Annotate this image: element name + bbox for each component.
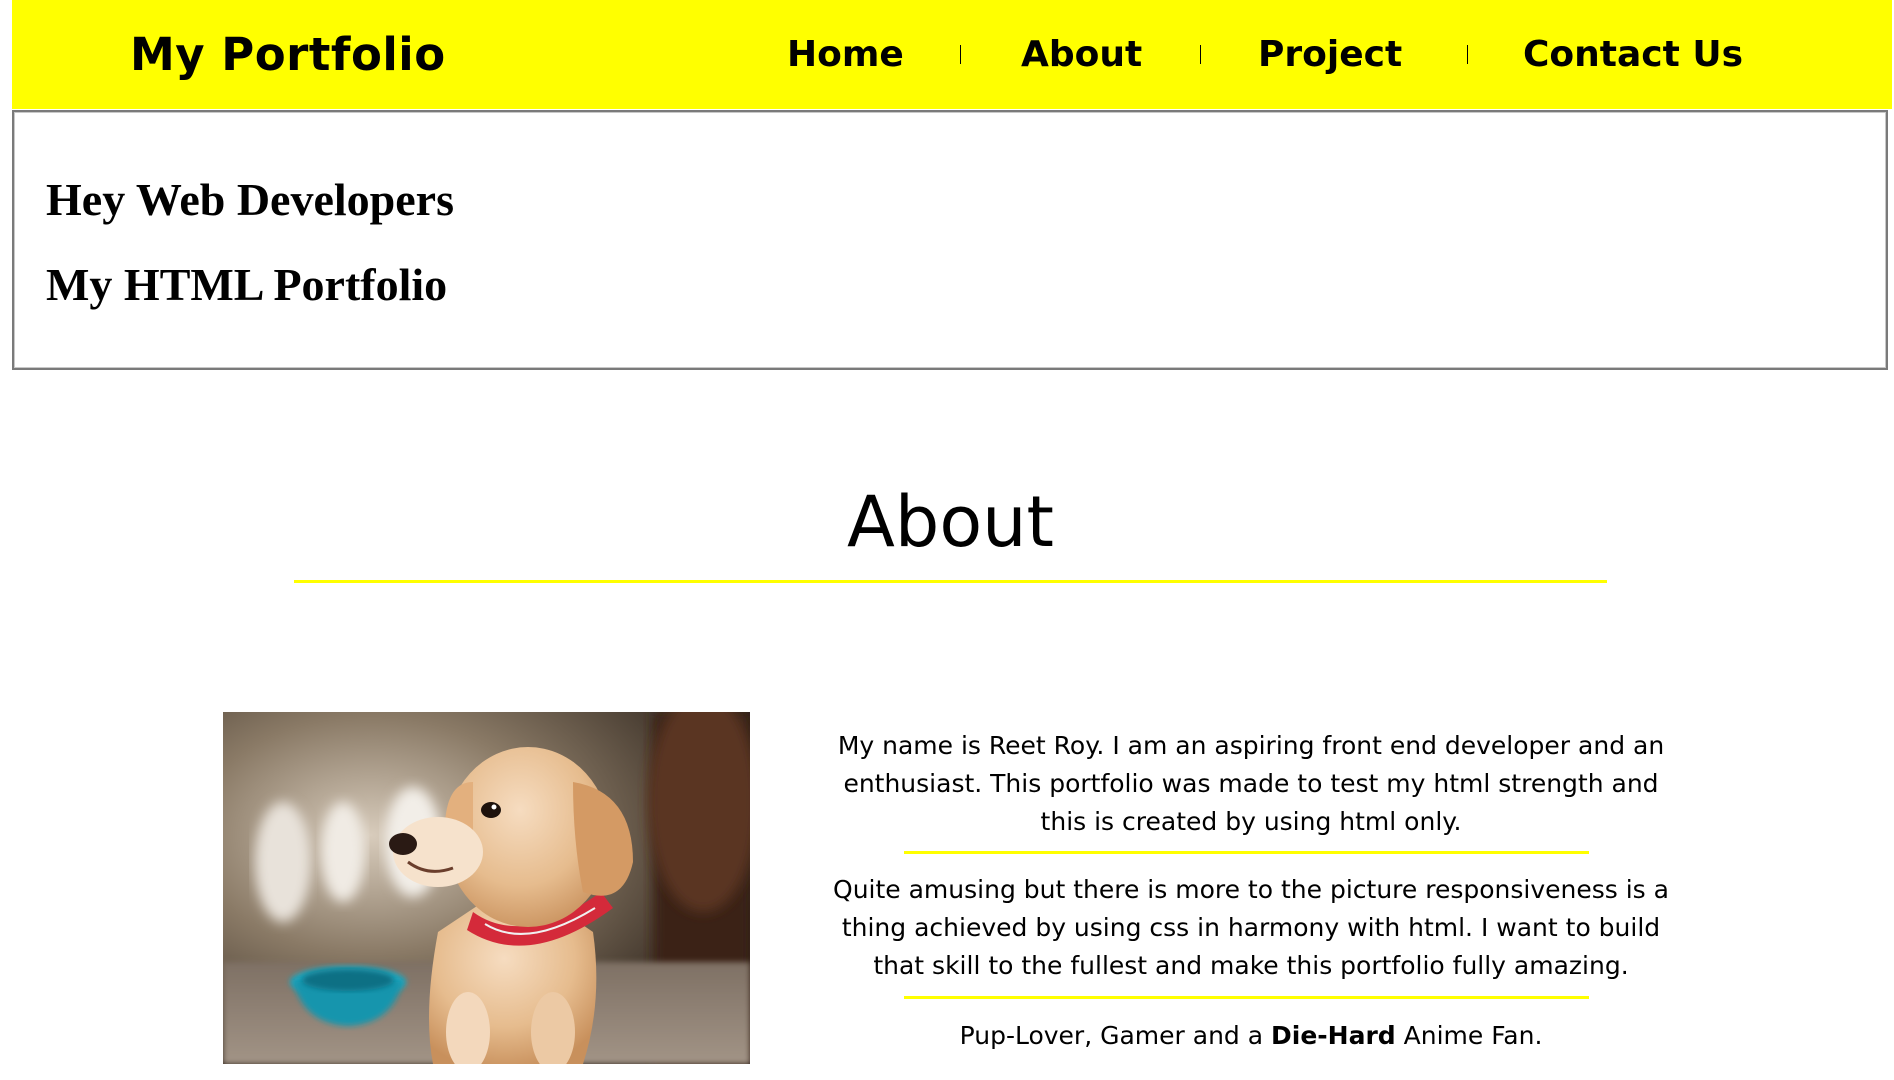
hero-heading-greeting: Hey Web Developers — [46, 174, 454, 225]
nav-link-about[interactable]: About — [1021, 30, 1142, 80]
paragraph-divider — [904, 996, 1589, 999]
nav-separator — [1200, 45, 1201, 64]
hobbies-text-end: Anime Fan. — [1395, 1021, 1543, 1050]
hobbies-text-bold: Die-Hard — [1271, 1021, 1396, 1050]
brand-logo[interactable]: My Portfolio — [130, 26, 446, 84]
puppy-photo — [223, 712, 750, 1064]
hero-heading-title: My HTML Portfolio — [46, 259, 448, 310]
hobbies-text-start: Pup-Lover, Gamer and a — [959, 1021, 1271, 1050]
about-paragraph-skills: Quite amusing but there is more to the p… — [833, 875, 1669, 980]
nav-link-contact-us[interactable]: Contact Us — [1523, 30, 1743, 80]
nav-link-project[interactable]: Project — [1258, 30, 1402, 80]
about-paragraph-hobbies: Pup-Lover, Gamer and a Die-Hard Anime Fa… — [820, 1017, 1682, 1055]
nav-separator — [1467, 45, 1468, 64]
about-paragraph-intro: My name is Reet Roy. I am an aspiring fr… — [837, 731, 1665, 836]
hero-inner-border — [14, 112, 1886, 368]
about-heading-underline — [294, 580, 1607, 583]
about-heading: About — [847, 481, 1054, 563]
nav-link-home[interactable]: Home — [787, 30, 904, 80]
paragraph-divider — [904, 851, 1589, 854]
nav-separator — [960, 45, 961, 64]
navbar: My Portfolio Home About Project Contact … — [12, 0, 1892, 109]
hero-section: Hey Web Developers My HTML Portfolio — [12, 110, 1888, 370]
